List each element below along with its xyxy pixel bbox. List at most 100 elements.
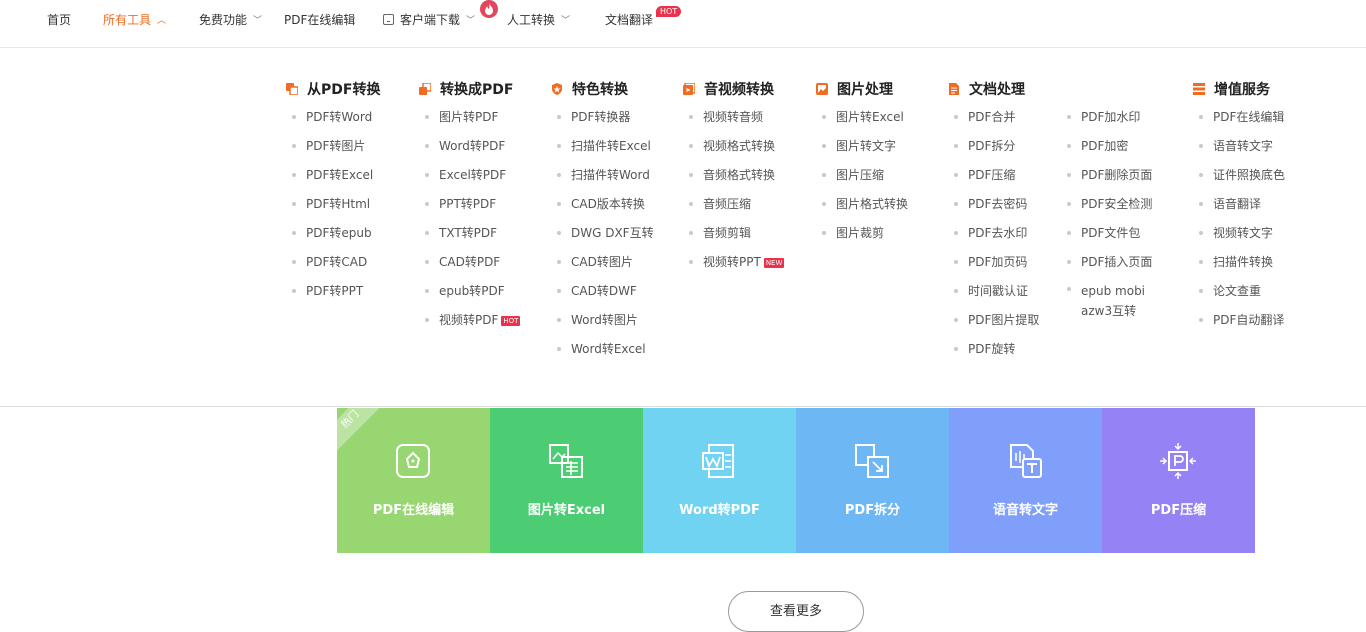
nav-client-download[interactable]: 客户端下载 ﹀ [383, 11, 475, 28]
menu-item[interactable]: PPT转PDF [419, 196, 520, 225]
menu-item[interactable]: CAD转DWF [551, 283, 654, 312]
menu-item[interactable]: 图片压缩 [816, 167, 908, 196]
menu-item[interactable]: PDF在线编辑 [1193, 109, 1285, 138]
menu-column-title: 转换成PDF [419, 81, 520, 101]
menu-item[interactable]: PDF拆分 [948, 138, 1039, 167]
menu-item[interactable]: PDF转图片 [286, 138, 380, 167]
menu-item-label: PDF安全检测 [1081, 197, 1153, 211]
menu-item[interactable]: PDF自动翻译 [1193, 312, 1285, 341]
menu-item-label: PDF去水印 [968, 226, 1028, 240]
menu-item[interactable]: PDF转PPT [286, 283, 380, 312]
menu-item[interactable]: PDF图片提取 [948, 312, 1039, 341]
tile-pdf-split[interactable]: PDF拆分 [796, 408, 949, 553]
tile-voice-to-text[interactable]: 语音转文字 [949, 408, 1102, 553]
nav-pdf-online-edit[interactable]: PDF在线编辑 [284, 11, 355, 28]
menu-item[interactable]: 语音转文字 [1193, 138, 1285, 167]
menu-item[interactable]: PDF去密码 [948, 196, 1039, 225]
menu-item-label: 语音转文字 [1213, 139, 1274, 153]
menu-list: 图片转Excel 图片转文字 图片压缩 图片格式转换 图片裁剪 [816, 109, 908, 254]
menu-item[interactable]: PDF安全检测 [1061, 196, 1179, 225]
popular-tools: 热门 PDF在线编辑 图片转Excel Word转PDF PDF拆分 语音转文字… [337, 408, 1255, 553]
menu-item-label: PDF压缩 [968, 168, 1016, 182]
menu-item[interactable]: 视频格式转换 [683, 138, 784, 167]
nav-all-tools[interactable]: 所有工具 ︿ [103, 11, 166, 28]
tile-pdf-compress[interactable]: PDF压缩 [1102, 408, 1255, 553]
menu-item[interactable]: PDF转epub [286, 225, 380, 254]
menu-item[interactable]: 视频转文字 [1193, 225, 1285, 254]
menu-item[interactable]: 视频转PPT NEW [683, 254, 785, 283]
menu-item[interactable]: CAD转PDF [419, 254, 520, 283]
menu-item[interactable]: TXT转PDF [419, 225, 520, 254]
new-badge: NEW [763, 258, 785, 268]
word-icon [702, 444, 734, 478]
menu-item-label: PDF旋转 [968, 342, 1016, 356]
menu-item[interactable]: Word转PDF [419, 138, 520, 167]
tile-image-to-excel[interactable]: 图片转Excel [490, 408, 643, 553]
menu-item[interactable]: PDF压缩 [948, 167, 1039, 196]
menu-item[interactable]: PDF加水印 [1061, 109, 1179, 138]
tile-pdf-online-edit[interactable]: 热门 PDF在线编辑 [337, 408, 490, 553]
split-icon [855, 444, 889, 478]
tile-label: PDF压缩 [1150, 503, 1207, 518]
menu-item[interactable]: PDF插入页面 [1061, 254, 1179, 283]
nav-free-features[interactable]: 免费功能 ﹀ [199, 11, 262, 28]
menu-item[interactable]: 语音翻译 [1193, 196, 1285, 225]
menu-item[interactable]: PDF转CAD [286, 254, 380, 283]
menu-item-label: 视频转PDF [439, 313, 499, 327]
menu-item[interactable]: 音频剪辑 [683, 225, 784, 254]
menu-item[interactable]: DWG DXF互转 [551, 225, 654, 254]
menu-item-label: 视频转PPT [703, 255, 761, 269]
menu-item[interactable]: 扫描件转Excel [551, 138, 654, 167]
tile-word-to-pdf[interactable]: Word转PDF [643, 408, 796, 553]
menu-item-label: PDF加密 [1081, 139, 1129, 153]
menu-list: PDF在线编辑 语音转文字证件照换底色 语音翻译 视频转文字 扫描件转换 论文查重 PDF自… [1193, 109, 1285, 341]
menu-item[interactable]: Word转图片 [551, 312, 654, 341]
menu-item[interactable]: 证件照换底色 [1193, 167, 1285, 196]
menu-item-label: PDF合并 [968, 110, 1016, 124]
menu-item[interactable]: 音频压缩 [683, 196, 784, 225]
menu-item[interactable]: PDF删除页面 [1061, 167, 1179, 196]
menu-item[interactable]: 图片转Excel [816, 109, 908, 138]
menu-item[interactable]: PDF转换器 [551, 109, 654, 138]
menu-item[interactable]: 视频转PDF HOT [419, 312, 521, 341]
menu-item[interactable]: PDF文件包 [1061, 225, 1179, 254]
menu-item[interactable]: CAD转图片 [551, 254, 654, 283]
menu-item[interactable]: 图片裁剪 [816, 225, 908, 254]
tile-label: 语音转文字 [992, 503, 1058, 518]
menu-item[interactable]: PDF加密 [1061, 138, 1179, 167]
menu-item-label: PDF转Word [306, 110, 373, 124]
menu-item[interactable]: PDF加页码 [948, 254, 1039, 283]
menu-item-label: PDF转图片 [306, 139, 366, 153]
menu-item[interactable]: 扫描件转Word [551, 167, 654, 196]
menu-item[interactable]: Excel转PDF [419, 167, 520, 196]
menu-item[interactable]: PDF合并 [948, 109, 1039, 138]
menu-item-label: PDF在线编辑 [1213, 110, 1285, 124]
menu-item[interactable]: CAD版本转换 [551, 196, 654, 225]
menu-item[interactable]: 图片转文字 [816, 138, 908, 167]
menu-item[interactable]: 图片转PDF [419, 109, 520, 138]
menu-item[interactable]: 时间戳认证 [948, 283, 1039, 312]
menu-item[interactable]: 图片格式转换 [816, 196, 908, 225]
menu-list: PDF合并 PDF拆分 PDF压缩 PDF去密码 PDF去水印 PDF加页码 时间戳认证 PD… [948, 109, 1039, 370]
menu-item[interactable]: 扫描件转换 [1193, 254, 1285, 283]
menu-item-label: 扫描件转Word [571, 168, 650, 182]
menu-item-label: PDF加页码 [968, 255, 1028, 269]
view-more-button[interactable]: 查看更多 [728, 591, 864, 632]
menu-item[interactable]: PDF转Html [286, 196, 380, 225]
menu-item[interactable]: epub转PDF [419, 283, 520, 312]
nav-home[interactable]: 首页 [47, 11, 71, 28]
menu-item[interactable]: 音频格式转换 [683, 167, 784, 196]
menu-item[interactable]: Word转Excel [551, 341, 654, 370]
menu-item-label: CAD转DWF [571, 284, 637, 298]
all-tools-menu: 从PDF转换 PDF转Word PDF转图片 PDF转Excel PDF转Html PDF… [0, 49, 1366, 407]
nav-manual-convert[interactable]: 人工转换 ﹀ [507, 11, 570, 28]
menu-item[interactable]: PDF转Excel [286, 167, 380, 196]
fire-icon [480, 0, 498, 18]
menu-item[interactable]: PDF旋转 [948, 341, 1039, 370]
menu-item[interactable]: 论文查重 [1193, 283, 1285, 312]
menu-item[interactable]: PDF转Word [286, 109, 380, 138]
menu-item[interactable]: PDF去水印 [948, 225, 1039, 254]
menu-item[interactable]: 视频转音频 [683, 109, 784, 138]
menu-item[interactable]: epub mobi azw3互转 [1061, 281, 1179, 329]
nav-doc-translate[interactable]: 文档翻译 [605, 11, 653, 28]
